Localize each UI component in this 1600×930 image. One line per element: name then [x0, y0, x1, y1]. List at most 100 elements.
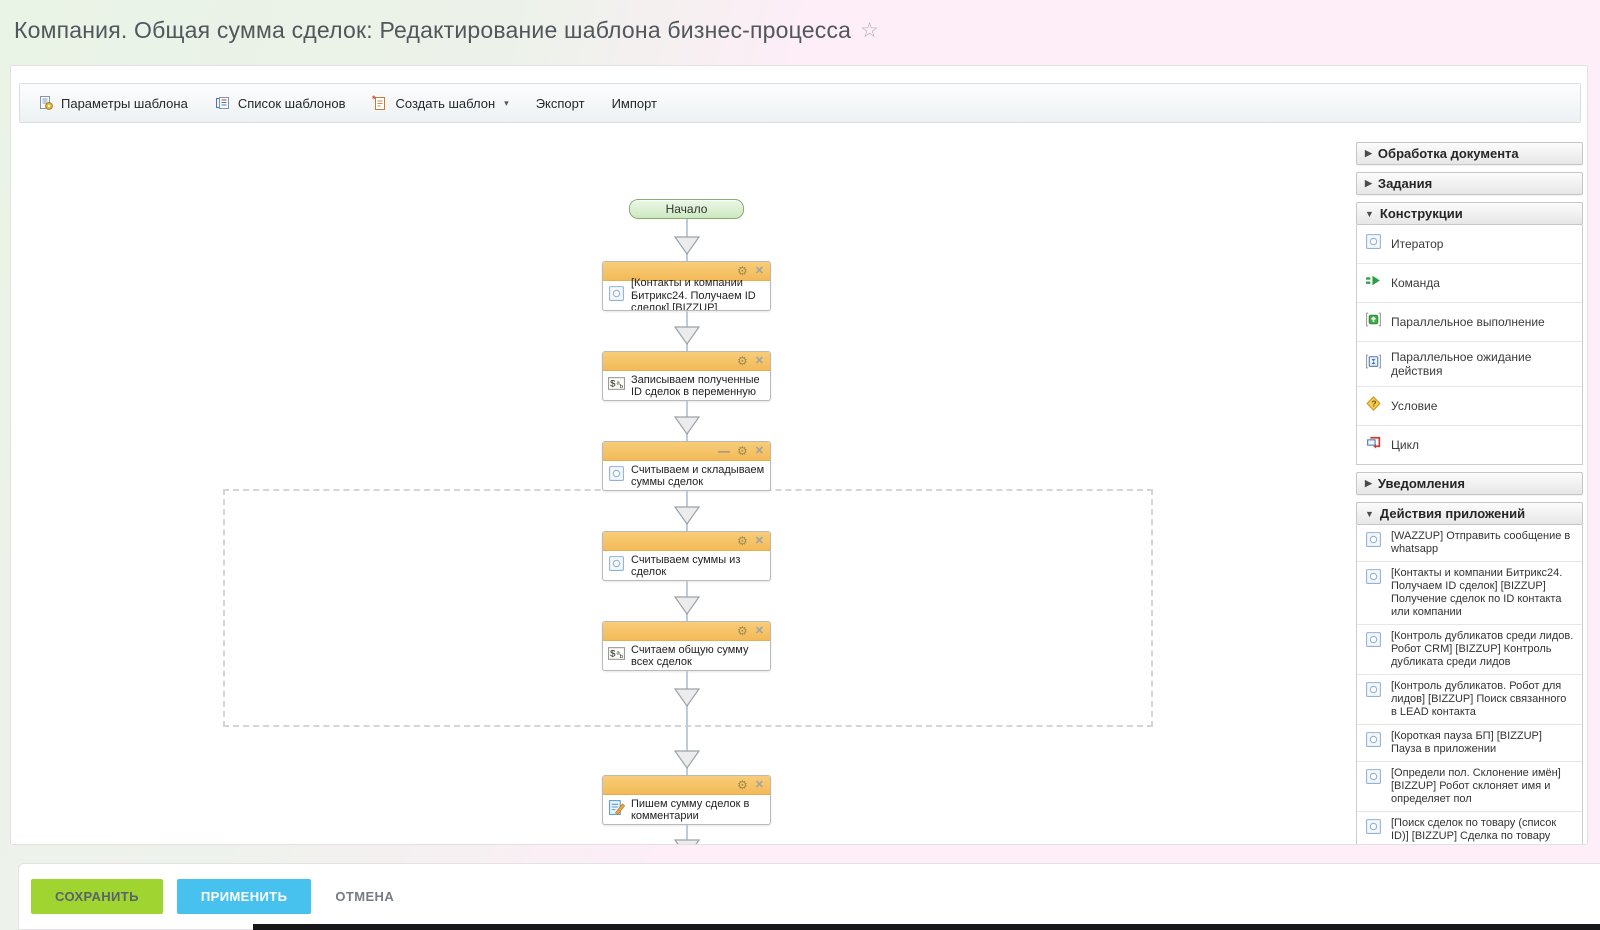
- block-close-icon[interactable]: ✕: [755, 445, 764, 457]
- section-header-app-actions[interactable]: ▼ Действия приложений: [1356, 502, 1583, 525]
- app-action-label: [Короткая пауза БП] [BIZZUP] Пауза в при…: [1391, 730, 1542, 755]
- arrow-down-icon: [673, 839, 700, 844]
- command-icon: [1365, 272, 1382, 294]
- svg-text:*: *: [372, 95, 376, 104]
- app-action-item[interactable]: [Контроль дубликатов среди лидов. Робот …: [1357, 624, 1582, 674]
- parallel-execution-icon: [1365, 311, 1382, 333]
- set-variable-icon: $ a b: [608, 645, 625, 667]
- block-settings-icon[interactable]: ⚙: [737, 625, 748, 637]
- comment-icon: [608, 799, 626, 821]
- app-action-label: [Контроль дубликатов. Робот для лидов] […: [1391, 680, 1567, 718]
- footer-bar: СОХРАНИТЬ ПРИМЕНИТЬ ОТМЕНА: [18, 863, 1600, 930]
- block-close-icon[interactable]: ✕: [755, 355, 764, 367]
- app-action-item[interactable]: [WAZZUP] Отправить сообщение в whatsapp: [1357, 525, 1582, 561]
- caret-down-icon: ▼: [1365, 208, 1374, 219]
- construction-item-cycle[interactable]: Цикл: [1357, 425, 1582, 464]
- construction-item-parallel-execution[interactable]: Параллельное выполнение: [1357, 302, 1582, 341]
- block-title: Считываем и складываем суммы сделок: [631, 463, 765, 489]
- block-close-icon[interactable]: ✕: [755, 535, 764, 547]
- bottom-screen-strip: [253, 924, 1600, 930]
- app-action-item[interactable]: [Поиск сделок по товару (список ID)] [BI…: [1357, 811, 1582, 844]
- import-button[interactable]: Импорт: [612, 96, 657, 111]
- start-node[interactable]: Начало: [629, 199, 744, 219]
- svg-text:?: ?: [1371, 399, 1376, 409]
- page-title-row: Компания. Общая сумма сделок: Редактиров…: [14, 17, 879, 44]
- iterator-icon: [608, 555, 625, 577]
- block-minimize-icon[interactable]: —: [718, 445, 730, 457]
- block-close-icon[interactable]: ✕: [755, 265, 764, 277]
- construction-item-iterator[interactable]: Итератор: [1357, 225, 1582, 263]
- apply-button[interactable]: ПРИМЕНИТЬ: [176, 879, 312, 914]
- block-close-icon[interactable]: ✕: [755, 625, 764, 637]
- section-label: Уведомления: [1377, 476, 1465, 491]
- caret-right-icon: ▶: [1365, 178, 1372, 188]
- app-action-item[interactable]: [Контакты и компании Битрикс24. Получаем…: [1357, 561, 1582, 624]
- app-action-item[interactable]: [Короткая пауза БП] [BIZZUP] Пауза в при…: [1357, 724, 1582, 761]
- block-body: Считываем суммы из сделок: [603, 551, 770, 580]
- block-body: $ a b Записываем полученные ID сделок в пе…: [603, 371, 770, 400]
- template-list-icon: [215, 97, 229, 109]
- connector-double: [602, 671, 771, 775]
- block-title: Пишем сумму сделок в комментарии: [631, 797, 750, 823]
- block-body: Считываем и складываем суммы сделок: [603, 461, 770, 490]
- construction-label: Итератор: [1391, 237, 1444, 251]
- workflow-diagram: Начало ⚙ ✕ [Контакты и компании Битрикс2…: [602, 199, 771, 844]
- construction-item-command[interactable]: Команда: [1357, 263, 1582, 302]
- block-settings-icon[interactable]: ⚙: [737, 535, 748, 547]
- page-header: Компания. Общая сумма сделок: Редактиров…: [0, 0, 1600, 65]
- construction-item-condition[interactable]: ? Условие: [1357, 386, 1582, 425]
- block-settings-icon[interactable]: ⚙: [737, 779, 748, 791]
- block-save-ids-to-variable[interactable]: ⚙ ✕ $ a b Записываем полученные ID сделок …: [602, 351, 771, 401]
- block-read-and-add-sums[interactable]: — ⚙ ✕ Считываем и складываем суммы сдело…: [602, 441, 771, 491]
- template-params-icon: [40, 96, 53, 110]
- section-header-notifications[interactable]: ▶ Уведомления: [1356, 472, 1583, 495]
- construction-item-parallel-wait[interactable]: Параллельное ожидание действия: [1357, 341, 1582, 386]
- app-action-item[interactable]: [Определи пол. Склонение имён] [BIZZUP] …: [1357, 761, 1582, 811]
- set-variable-icon: $ a b: [608, 375, 625, 397]
- block-close-icon[interactable]: ✕: [755, 779, 764, 791]
- section-header-constructions[interactable]: ▼ Конструкции: [1356, 202, 1583, 225]
- app-action-label: [WAZZUP] Отправить сообщение в whatsapp: [1391, 530, 1571, 555]
- svg-text:b: b: [620, 654, 623, 660]
- save-button[interactable]: СОХРАНИТЬ: [31, 879, 163, 914]
- import-label: Импорт: [611, 95, 658, 111]
- block-title: Считываем суммы из сделок: [631, 553, 741, 579]
- block-get-deal-ids[interactable]: ⚙ ✕ [Контакты и компании Битрикс24. Полу…: [602, 261, 771, 311]
- caret-right-icon: ▶: [1365, 148, 1372, 158]
- template-params-button[interactable]: Параметры шаблона: [38, 95, 188, 111]
- arrow-down-icon: [673, 596, 700, 615]
- connector: [602, 491, 771, 531]
- section-header-tasks[interactable]: ▶ Задания: [1356, 172, 1583, 195]
- workflow-canvas[interactable]: Начало ⚙ ✕ [Контакты и компании Битрикс2…: [11, 123, 1587, 844]
- create-template-button[interactable]: * Создать шаблон ▾: [372, 95, 508, 111]
- block-settings-icon[interactable]: ⚙: [737, 355, 748, 367]
- block-body: $ a b Считаем общую сумму всех сделок: [603, 641, 770, 670]
- block-header: — ⚙ ✕: [603, 442, 770, 461]
- connector: [602, 581, 771, 621]
- svg-text:$: $: [610, 379, 616, 390]
- page-title: Компания. Общая сумма сделок: Редактиров…: [14, 17, 852, 43]
- section-header-document-processing[interactable]: ▶ Обработка документа: [1356, 142, 1583, 165]
- favorite-star-icon[interactable]: ☆: [860, 18, 879, 43]
- cycle-icon: [1365, 434, 1382, 456]
- app-action-icon: [1365, 567, 1382, 590]
- app-action-label: [Контроль дубликатов среди лидов. Робот …: [1391, 630, 1574, 668]
- export-button[interactable]: Экспорт: [536, 96, 585, 111]
- block-read-sums-from-deals[interactable]: ⚙ ✕ Считываем суммы из сделок: [602, 531, 771, 581]
- app-action-icon: [1365, 630, 1382, 653]
- block-settings-icon[interactable]: ⚙: [737, 265, 748, 277]
- app-action-icon: [1365, 767, 1382, 790]
- block-settings-icon[interactable]: ⚙: [737, 445, 748, 457]
- cancel-button[interactable]: ОТМЕНА: [325, 889, 404, 904]
- block-write-comment[interactable]: ⚙ ✕ Пишем сумму сделок в комментарии: [602, 775, 771, 825]
- iterator-icon: [1365, 233, 1382, 255]
- construction-label: Условие: [1391, 399, 1438, 413]
- arrow-down-icon: [673, 750, 700, 769]
- condition-icon: ?: [1365, 395, 1382, 417]
- app-action-item[interactable]: [Контроль дубликатов. Робот для лидов] […: [1357, 674, 1582, 724]
- section-tasks: ▶ Задания: [1356, 172, 1583, 195]
- block-body: [Контакты и компании Битрикс24. Получаем…: [603, 277, 770, 310]
- template-list-button[interactable]: Список шаблонов: [215, 95, 345, 111]
- block-total-sum[interactable]: ⚙ ✕ $ a b Считаем общую сумму всех сделок: [602, 621, 771, 671]
- svg-text:$: $: [610, 649, 616, 660]
